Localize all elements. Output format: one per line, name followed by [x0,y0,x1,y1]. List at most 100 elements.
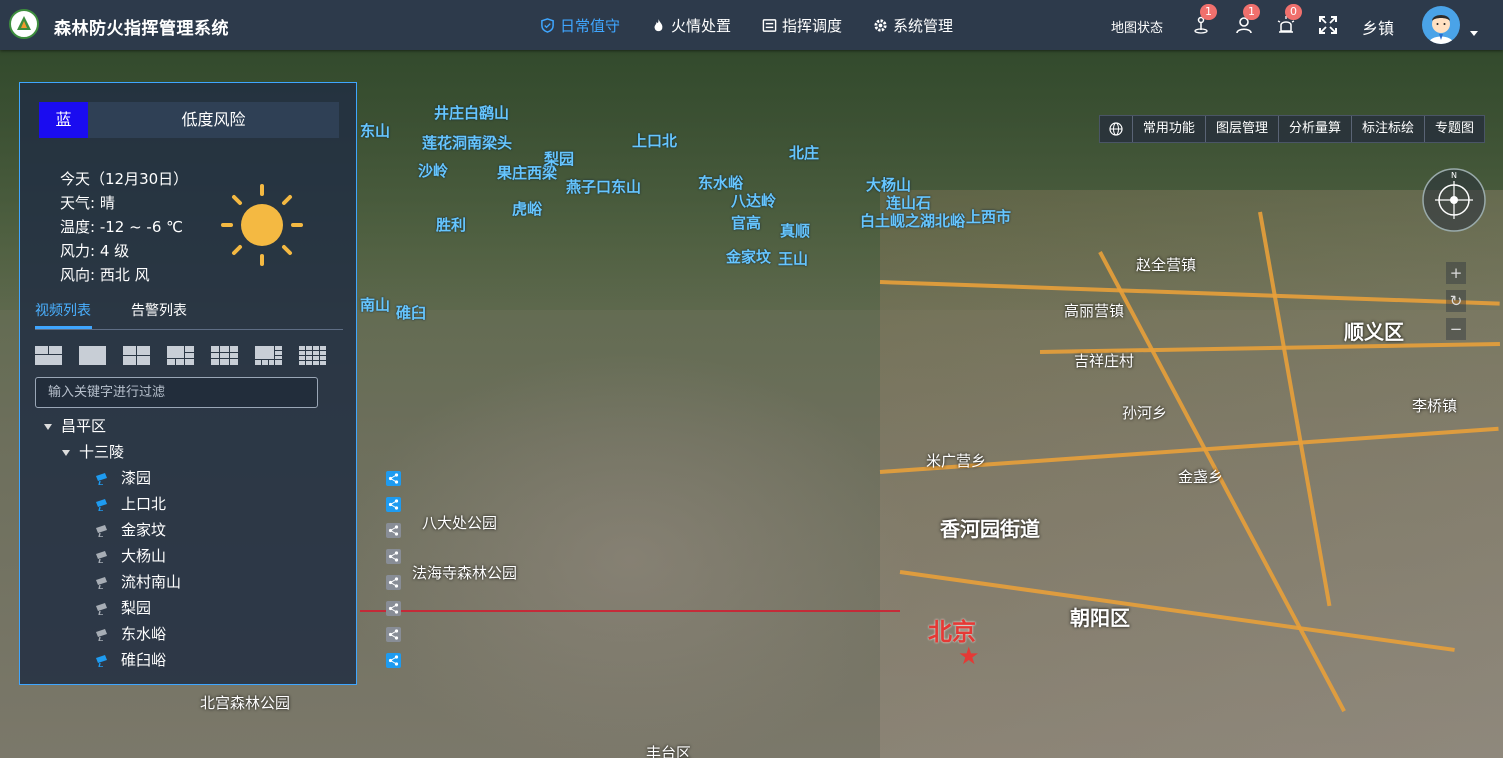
globe-button[interactable] [1100,116,1132,142]
map-camera-label[interactable]: 北庄 [789,142,819,163]
avatar[interactable] [1422,6,1460,44]
toolbar-annotation[interactable]: 标注标绘 [1350,116,1424,142]
share-icon[interactable] [386,549,401,564]
map-terrain-city [340,350,920,758]
chevron-down-icon [44,423,52,430]
command-icon [762,18,777,32]
camera-item[interactable]: 碓臼峪 [96,647,401,673]
zoom-out-button[interactable]: − [1446,318,1466,340]
compass-control[interactable]: N [1421,167,1487,233]
map-status-button[interactable]: 地图状态 [1111,17,1163,36]
nav-command-dispatch[interactable]: 指挥调度 [762,0,842,50]
camera-icon [96,498,107,511]
map-camera-label[interactable]: 燕子口东山 [566,176,641,197]
map-town-label: 李桥镇 [1412,397,1458,415]
gear-icon [874,18,887,32]
map-camera-label[interactable]: 莲花洞南梁头 [422,132,512,153]
map-camera-label[interactable]: 梨园 [544,148,574,169]
map-camera-label[interactable]: 白土岘之湖北峪 [860,210,965,231]
share-icon[interactable] [386,601,401,616]
toolbar-common-functions[interactable]: 常用功能 [1131,116,1205,142]
share-icon[interactable] [386,497,401,512]
flame-icon [654,18,663,31]
risk-level-text: 低度风险 [88,102,339,138]
monitor-panel: 蓝 低度风险 今天（12月30日） 天气: 晴 温度: -12 ~ -6 ℃ 风… [19,82,401,685]
camera-item[interactable]: 大杨山 [96,543,401,569]
share-icon[interactable] [386,627,401,642]
tree-node-district[interactable]: 昌平区 [44,413,106,439]
map-camera-label[interactable]: 沙岭 [418,160,448,181]
screen-layout-switcher [35,346,326,365]
layout-3x3-icon[interactable] [211,346,238,365]
map-town-label: 朝阳区 [1070,606,1130,630]
camera-item[interactable]: 上口北 [96,491,401,517]
map-camera-label[interactable]: 胜利 [436,214,466,235]
reset-view-button[interactable]: ↻ [1446,290,1466,312]
camera-item[interactable]: 东水峪 [96,621,401,647]
map-camera-label[interactable]: 井庄白鹞山 [434,102,509,123]
share-icon[interactable] [386,575,401,590]
tab-alarm-list[interactable]: 告警列表 [131,300,187,320]
nav-command-dispatch-label: 指挥调度 [782,16,843,35]
share-icon[interactable] [386,523,401,538]
camera-name: 上口北 [121,495,167,513]
township-selector[interactable]: 乡镇 [1362,15,1394,39]
layout-1plus7-icon[interactable] [255,346,282,365]
layout-1x2-icon[interactable] [35,346,62,365]
camera-item[interactable]: 金家坟 [96,517,401,543]
camera-item[interactable]: 流村南山 [96,569,401,595]
toolbar-layer-management[interactable]: 图层管理 [1204,116,1278,142]
alarm-light-button[interactable]: 0 [1275,4,1302,36]
toolbar-thematic-map[interactable]: 专题图 [1423,116,1484,142]
map-camera-label[interactable]: 上西市 [966,206,1011,227]
map-camera-label[interactable]: 王山 [778,248,808,269]
main-nav: 日常值守 火情处置 指挥调度 系统管理 [540,0,984,50]
map-camera-label[interactable]: 虎峪 [512,198,542,219]
nav-fire-handling[interactable]: 火情处置 [651,0,731,50]
camera-icon [96,550,107,563]
top-bar: 森林防火指挥管理系统 日常值守 火情处置 指挥调度 系统管理 地图状态 1 1 … [0,0,1503,50]
camera-name: 碓臼峪 [121,651,167,669]
capital-star-icon: ★ [958,642,980,670]
user-alert-badge: 1 [1243,4,1260,20]
nav-fire-handling-label: 火情处置 [671,16,732,35]
map-town-label: 金盏乡 [1178,468,1224,486]
nav-daily-duty[interactable]: 日常值守 [540,0,620,50]
camera-item[interactable]: 梨园 [96,595,401,621]
avatar-dropdown-caret[interactable] [1470,31,1478,36]
map-town-label: 北宫森林公园 [200,694,291,712]
map-camera-label[interactable]: 碓臼 [396,302,426,323]
toolbar-analysis-measure[interactable]: 分析量算 [1277,116,1351,142]
nav-system-admin[interactable]: 系统管理 [873,0,953,50]
layout-4x4-icon[interactable] [299,346,326,365]
map-town-label: 八大处公园 [422,514,498,532]
map-town-label: 高丽营镇 [1064,302,1125,320]
map-camera-label[interactable]: 官高 [731,212,761,233]
fullscreen-button[interactable] [1317,14,1339,36]
camera-item[interactable]: 漆园 [96,465,401,491]
zoom-in-button[interactable]: + [1446,262,1466,284]
map-camera-label[interactable]: 南山 [360,294,390,315]
compass-icon: N [1422,168,1486,232]
share-icon[interactable] [386,471,401,486]
map-camera-label[interactable]: 金家坟 [726,246,771,267]
map-camera-label[interactable]: 八达岭 [731,190,776,211]
map-camera-label[interactable]: 东山 [360,120,390,141]
weather-temperature: 温度: -12 ~ -6 ℃ [60,218,183,236]
tab-video-list[interactable]: 视频列表 [35,300,91,320]
user-alert-button[interactable]: 1 [1233,4,1260,36]
camera-filter-input[interactable] [35,377,318,408]
layout-1plus5-icon[interactable] [167,346,194,365]
person-marker-button[interactable]: 1 [1190,4,1217,36]
map-camera-label[interactable]: 上口北 [632,130,677,151]
camera-icon [96,576,107,589]
risk-level-badge: 蓝 [39,102,88,138]
map-camera-label[interactable]: 真顺 [780,220,810,241]
layout-1-icon[interactable] [79,346,106,365]
layout-2x2-icon[interactable] [123,346,150,365]
camera-name: 流村南山 [121,573,182,591]
camera-name: 漆园 [121,469,152,487]
share-icon[interactable] [386,653,401,668]
tree-node-group[interactable]: 十三陵 [62,439,124,465]
weather-info: 今天（12月30日） 天气: 晴 温度: -12 ~ -6 ℃ 风力: 4 级 … [60,167,188,287]
